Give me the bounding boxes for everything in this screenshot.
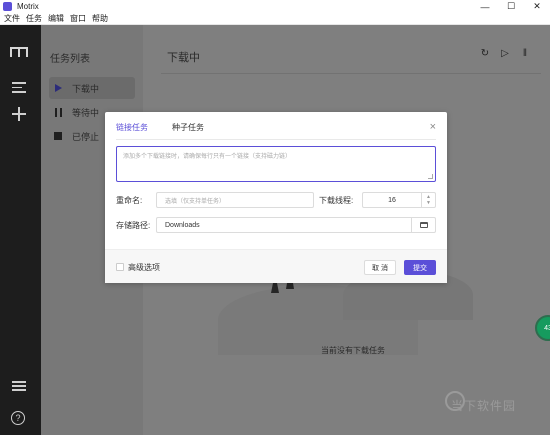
rename-input[interactable]: 选填（仅支持单任务） xyxy=(156,192,314,208)
menu-window[interactable]: 窗口 xyxy=(70,13,86,24)
sidebar-item-label: 已停止 xyxy=(72,131,100,142)
resume-all-icon[interactable]: ▷ xyxy=(500,47,510,59)
speed-badge[interactable]: 43 xyxy=(535,315,550,341)
path-value: Downloads xyxy=(165,221,200,229)
split-stepper[interactable]: 16 ▲ ▼ xyxy=(362,192,436,208)
menu-edit[interactable]: 编辑 xyxy=(48,13,64,24)
split-label: 下载线程: xyxy=(319,196,354,205)
menu-help[interactable]: 帮助 xyxy=(92,13,108,24)
divider xyxy=(161,73,541,74)
pause-icon xyxy=(54,107,62,117)
tab-torrent[interactable]: 种子任务 xyxy=(172,122,204,140)
page-title: 下载中 xyxy=(167,52,200,64)
folder-icon xyxy=(419,222,428,228)
close-window-button[interactable]: ✕ xyxy=(524,0,550,13)
cancel-button[interactable]: 取 消 xyxy=(364,260,396,275)
watermark-text: 当下软件园 xyxy=(451,399,517,413)
advanced-label[interactable]: 高级选项 xyxy=(128,262,160,273)
add-task-dialog: 链接任务 种子任务 × 添加多个下载链接时，请确保每行只有一个链接（支持磁力链）… xyxy=(105,112,447,283)
window-controls: — ☐ ✕ xyxy=(472,0,550,13)
window-title: Motrix xyxy=(17,2,39,11)
divider xyxy=(116,139,436,140)
play-icon xyxy=(54,84,62,92)
stepper-arrows-icon[interactable]: ▲ ▼ xyxy=(421,193,435,207)
menu-task[interactable]: 任务 xyxy=(26,13,42,24)
sidebar-item-label: 等待中 xyxy=(72,107,100,118)
help-icon[interactable]: ? xyxy=(11,411,25,425)
icon-rail: ? xyxy=(0,25,41,435)
submit-button[interactable]: 提交 xyxy=(404,260,436,275)
motrix-logo-icon xyxy=(10,47,28,57)
rename-label: 重命名: xyxy=(116,196,143,205)
main-toolbar: ↻ ▷ ‖ xyxy=(480,47,530,59)
dialog-footer: 高级选项 取 消 提交 xyxy=(105,249,447,283)
sidebar-item-label: 下载中 xyxy=(72,83,100,94)
split-value: 16 xyxy=(388,196,396,204)
browse-folder-button[interactable] xyxy=(411,218,435,232)
menu-bar: 文件 任务 编辑 窗口 帮助 xyxy=(0,13,550,25)
stop-icon xyxy=(54,132,62,140)
advanced-checkbox[interactable] xyxy=(116,263,124,271)
app-body: ? 任务列表 下载中 等待中 已停止 下载中 ↻ ▷ ‖ 当前没有下载任务 43… xyxy=(0,25,550,435)
add-task-icon[interactable] xyxy=(12,107,26,121)
uri-input[interactable]: 添加多个下载链接时，请确保每行只有一个链接（支持磁力链） xyxy=(116,146,436,182)
refresh-icon[interactable]: ↻ xyxy=(480,47,490,59)
preferences-icon[interactable] xyxy=(12,379,26,393)
menu-file[interactable]: 文件 xyxy=(4,13,20,24)
empty-state-text: 当前没有下载任务 xyxy=(321,346,385,355)
dialog-tabs: 链接任务 种子任务 xyxy=(116,122,228,140)
title-bar: Motrix — ☐ ✕ xyxy=(0,0,550,13)
maximize-button[interactable]: ☐ xyxy=(498,0,524,13)
path-label: 存储路径: xyxy=(116,221,151,230)
close-icon[interactable]: × xyxy=(430,121,436,133)
minimize-button[interactable]: — xyxy=(472,0,498,13)
sidebar-item-active[interactable]: 下载中 xyxy=(49,77,135,99)
pause-all-icon[interactable]: ‖ xyxy=(520,47,530,59)
task-list-icon[interactable] xyxy=(12,82,26,93)
tab-uri[interactable]: 链接任务 xyxy=(116,122,148,140)
app-logo-icon xyxy=(3,2,12,11)
path-field[interactable]: Downloads xyxy=(156,217,436,233)
task-list-title: 任务列表 xyxy=(50,54,90,65)
